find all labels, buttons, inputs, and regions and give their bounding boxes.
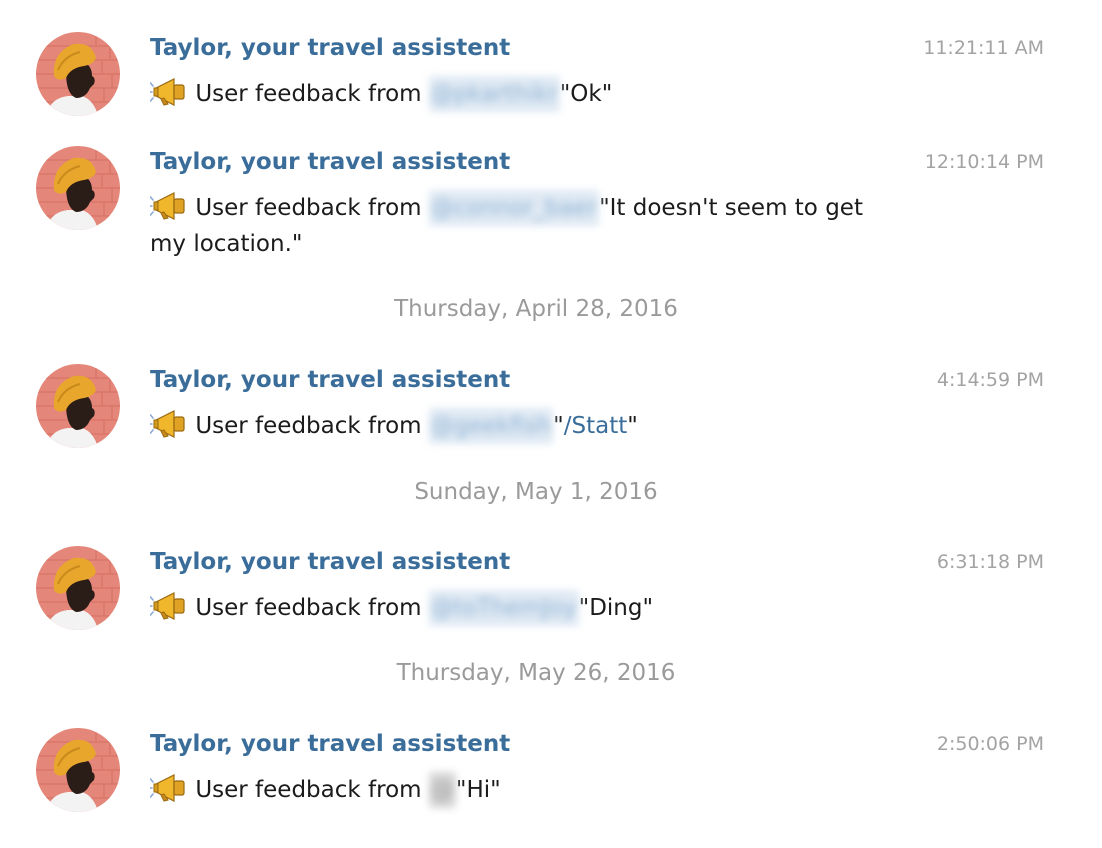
sender-name[interactable]: Taylor, your travel assistent	[150, 32, 510, 64]
date-separator: Thursday, April 28, 2016	[394, 296, 678, 322]
user-handle-link[interactable]: @toThemJoy	[428, 590, 579, 626]
date-separator: Thursday, May 26, 2016	[396, 660, 676, 686]
quote-close: "	[627, 413, 638, 439]
sender-name[interactable]: Taylor, your travel assistent	[150, 546, 510, 578]
megaphone-icon	[150, 773, 188, 803]
feedback-prefix: User feedback from	[195, 81, 422, 107]
megaphone-icon	[150, 191, 188, 221]
feedback-quote: "Hi"	[455, 777, 501, 803]
feedback-quote: "Ding"	[578, 595, 654, 621]
command-link[interactable]: /Statt	[564, 413, 628, 439]
message-text: User feedback from @toThemJoy"Ding"	[150, 590, 890, 626]
avatar[interactable]	[36, 146, 120, 230]
message-text: User feedback from @pkarthikr"Ok"	[150, 76, 890, 112]
quote-open: "	[553, 413, 564, 439]
avatar[interactable]	[36, 32, 120, 116]
message-text: User feedback from @"Hi"	[150, 772, 890, 808]
user-handle-link[interactable]: @	[428, 772, 456, 808]
message-timestamp: 12:10:14 PM	[924, 151, 1044, 173]
user-handle-link[interactable]: @pkarthikr	[428, 76, 560, 112]
message-text: User feedback from @geekfish"/Statt"	[150, 408, 890, 444]
megaphone-icon	[150, 77, 188, 107]
feedback-prefix: User feedback from	[195, 195, 422, 221]
sender-name[interactable]: Taylor, your travel assistent	[150, 146, 510, 178]
user-handle-link[interactable]: @geekfish	[428, 408, 554, 444]
feedback-prefix: User feedback from	[195, 595, 422, 621]
message-timestamp: 6:31:18 PM	[936, 551, 1044, 573]
feedback-prefix: User feedback from	[195, 777, 422, 803]
message-text: User feedback from @connor_baer"It doesn…	[150, 190, 890, 262]
date-separator: Sunday, May 1, 2016	[414, 479, 658, 505]
feedback-quote: "Ok"	[559, 81, 613, 107]
feedback-prefix: User feedback from	[195, 413, 422, 439]
message-timestamp: 11:21:11 AM	[923, 37, 1044, 59]
avatar[interactable]	[36, 728, 120, 812]
user-handle-link[interactable]: @connor_baer	[428, 190, 600, 226]
megaphone-icon	[150, 591, 188, 621]
megaphone-icon	[150, 409, 188, 439]
avatar[interactable]	[36, 546, 120, 630]
avatar[interactable]	[36, 364, 120, 448]
sender-name[interactable]: Taylor, your travel assistent	[150, 364, 510, 396]
message-timestamp: 2:50:06 PM	[936, 733, 1044, 755]
message-timestamp: 4:14:59 PM	[936, 369, 1044, 391]
sender-name[interactable]: Taylor, your travel assistent	[150, 728, 510, 760]
